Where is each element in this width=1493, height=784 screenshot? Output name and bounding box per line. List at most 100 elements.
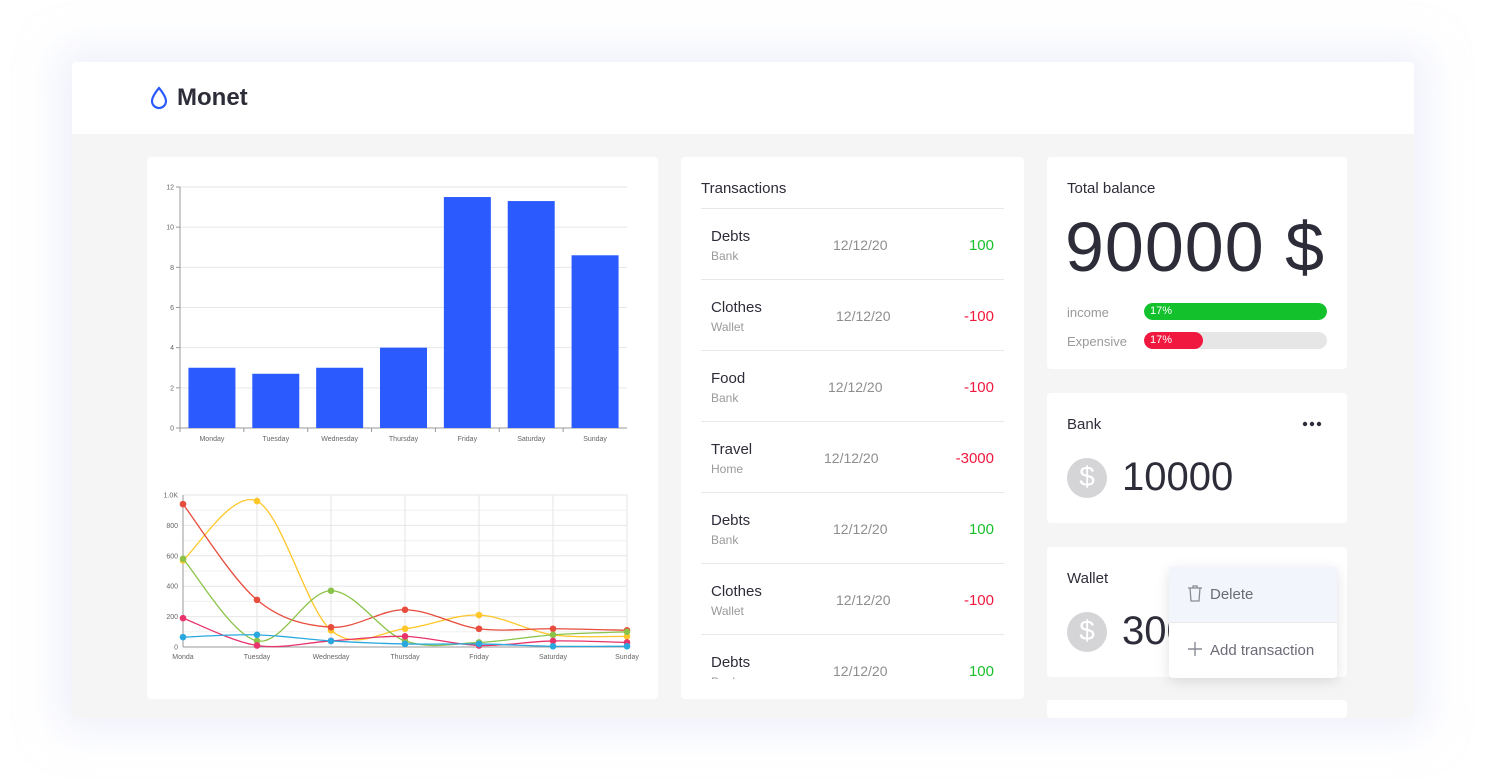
account-card [1047, 700, 1347, 718]
add-transaction-label: Add transaction [1210, 642, 1315, 659]
transactions-title: Transactions [701, 180, 787, 197]
transaction-row[interactable]: Food Bank 12/12/20 -100 [701, 351, 1004, 422]
y-tick-label: 2 [170, 385, 174, 392]
x-tick-label: Tuesday [244, 654, 271, 661]
transaction-amount: -100 [963, 379, 994, 396]
data-point [179, 500, 187, 508]
bar [443, 197, 491, 428]
data-point [253, 497, 261, 505]
data-point [327, 587, 335, 595]
x-tick-label: Thursday [390, 654, 420, 661]
transaction-date: 12/12/20 [833, 237, 888, 253]
y-tick-label: 400 [166, 584, 178, 591]
app-name[interactable]: Monet [177, 84, 248, 112]
data-point [179, 633, 187, 641]
data-point [475, 611, 483, 619]
bar [316, 367, 364, 428]
y-tick-label: 10 [166, 225, 174, 232]
income-label: income [1067, 305, 1109, 320]
add-transaction-menu-item[interactable]: Add transaction [1169, 623, 1337, 678]
y-tick-label: 8 [170, 265, 174, 272]
data-point [549, 631, 557, 639]
bar-chart: 0 2 4 6 8 10 12 Monday Tuesday Wednesday Thursday F… [166, 185, 627, 443]
transaction-row[interactable]: Debts Bank 12/12/20 100 [701, 493, 1004, 564]
y-tick-label: 200 [166, 614, 178, 621]
y-tick-label: 12 [166, 185, 174, 192]
drop-logo-icon [150, 86, 168, 110]
y-tick-label: 6 [170, 305, 174, 312]
transaction-name: Food [711, 370, 746, 387]
y-tick-label: 0 [174, 645, 178, 652]
x-tick-label: Wednesday [313, 654, 350, 661]
total-balance-card: Total balance 90000 $ income 17% Expensi… [1047, 157, 1347, 369]
bar [571, 255, 619, 428]
transaction-row[interactable]: Debts Bank 12/12/20 100 [701, 635, 1004, 679]
transaction-source: Wallet [711, 320, 744, 334]
transaction-row[interactable]: Debts Bank 12/12/20 100 [701, 209, 1004, 280]
data-point [623, 628, 631, 636]
transaction-source: Wallet [711, 604, 744, 618]
transaction-row[interactable]: Travel Home 12/12/20 -3000 [701, 422, 1004, 493]
x-tick-label: Wednesday [321, 436, 358, 443]
transaction-date: 12/12/20 [828, 379, 883, 395]
bar [380, 347, 427, 428]
more-horizontal-icon[interactable] [1302, 421, 1322, 427]
top-bar: Monet [72, 62, 1414, 134]
transaction-source: Bank [711, 391, 739, 405]
trash-icon [1188, 585, 1202, 602]
expensive-percent: 17% [1150, 334, 1173, 346]
wallet-title: Wallet [1067, 570, 1109, 587]
data-point [549, 625, 557, 633]
data-point [253, 642, 261, 649]
total-balance-title: Total balance [1067, 180, 1156, 197]
data-point [401, 625, 409, 633]
data-point [401, 606, 409, 614]
x-tick-label: Tuesday [262, 436, 289, 443]
x-tick-label: Saturday [539, 654, 568, 661]
data-point [253, 631, 261, 639]
data-point [549, 642, 557, 650]
x-tick-label: Monda [172, 654, 194, 661]
x-tick-label: Sunday [615, 654, 639, 661]
income-progress-bar: 17% [1144, 303, 1327, 320]
bank-title: Bank [1067, 416, 1102, 433]
transaction-amount: 100 [968, 237, 994, 254]
data-point [401, 633, 409, 640]
transaction-list[interactable]: Debts Bank 12/12/20 100 Clothes Wallet 12/12/2… [701, 209, 1004, 679]
y-tick-label: 4 [170, 345, 174, 352]
transaction-date: 12/12/20 [833, 663, 888, 679]
plus-icon [1188, 642, 1202, 656]
transaction-name: Debts [711, 228, 751, 245]
total-balance-value: 90000 $ [1065, 208, 1326, 286]
transaction-row[interactable]: Clothes Wallet 12/12/20 -100 [701, 280, 1004, 351]
data-point [179, 614, 187, 622]
transaction-name: Clothes [711, 299, 762, 316]
x-tick-label: Sunday [583, 436, 607, 443]
bank-balance-value: 10000 [1122, 455, 1234, 499]
transaction-date: 12/12/20 [836, 592, 891, 608]
transaction-amount: -100 [963, 308, 994, 325]
delete-menu-item[interactable]: Delete [1169, 567, 1337, 622]
y-tick-label: 0 [170, 426, 174, 433]
transaction-source: Bank [711, 675, 738, 679]
transaction-name: Clothes [711, 583, 762, 600]
data-point [475, 625, 483, 633]
data-point [401, 640, 409, 648]
dollar-coin-icon: $ [1067, 458, 1107, 498]
expensive-progress-bar: 17% [1144, 332, 1327, 349]
bar [507, 201, 555, 428]
transactions-card: Transactions Debts Bank 12/12/20 100 Clothes… [681, 157, 1024, 699]
y-tick-label: 600 [166, 553, 178, 560]
line-chart: 0 200 400 600 800 1.0K Monda Tuesday Wednesday Th… [164, 493, 640, 662]
expensive-label: Expensive [1067, 334, 1127, 349]
expensive-progress-fill: 17% [1144, 332, 1203, 349]
transaction-row[interactable]: Clothes Wallet 12/12/20 -100 [701, 564, 1004, 635]
transaction-date: 12/12/20 [836, 308, 891, 324]
transaction-amount: 100 [968, 521, 994, 538]
transaction-amount: 100 [968, 663, 994, 679]
transaction-date: 12/12/20 [824, 450, 879, 466]
data-point [253, 596, 261, 604]
transaction-source: Home [711, 462, 744, 476]
x-tick-label: Saturday [517, 436, 546, 443]
x-tick-label: Friday [458, 436, 478, 443]
